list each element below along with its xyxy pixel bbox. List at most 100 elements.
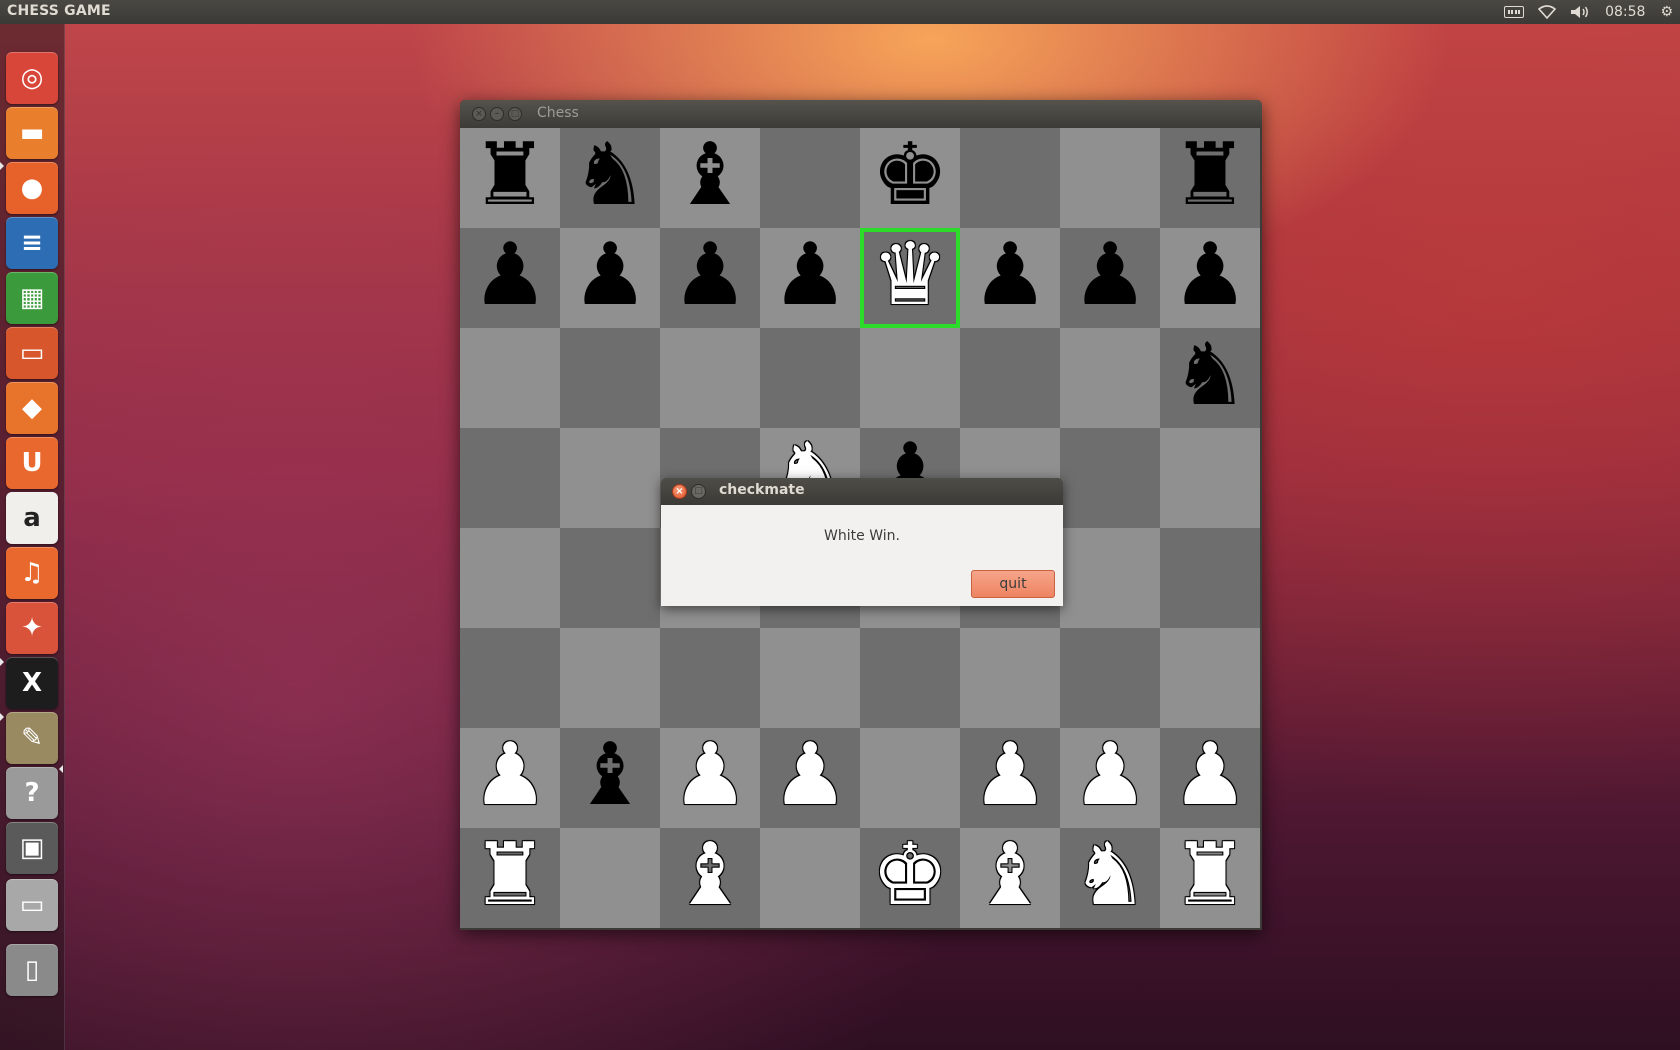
square-a1[interactable]: ♜	[460, 828, 560, 928]
gimp-icon[interactable]: ✎	[6, 712, 58, 764]
black-pawn-icon[interactable]: ♟	[771, 232, 848, 318]
black-pawn-icon[interactable]: ♟	[671, 232, 748, 318]
white-pawn-icon[interactable]: ♟	[771, 732, 848, 818]
square-a8[interactable]: ♜	[460, 128, 560, 228]
power-gear-icon[interactable]: ⚙	[1660, 0, 1673, 24]
white-queen-icon[interactable]: ♛	[871, 232, 948, 318]
square-f1[interactable]: ♝	[960, 828, 1060, 928]
square-h7[interactable]: ♟	[1160, 228, 1260, 328]
white-pawn-icon[interactable]: ♟	[971, 732, 1048, 818]
square-b7[interactable]: ♟	[560, 228, 660, 328]
square-a6[interactable]	[460, 328, 560, 428]
square-b3[interactable]	[560, 628, 660, 728]
square-d6[interactable]	[760, 328, 860, 428]
close-icon[interactable]: ×	[472, 107, 486, 121]
white-pawn-icon[interactable]: ♟	[471, 732, 548, 818]
square-a4[interactable]	[460, 528, 560, 628]
white-pawn-icon[interactable]: ♟	[1171, 732, 1248, 818]
square-a2[interactable]: ♟	[460, 728, 560, 828]
workspace-switcher-icon[interactable]: ▣	[6, 822, 58, 874]
black-knight-icon[interactable]: ♞	[1171, 332, 1248, 418]
firefox-icon[interactable]: ●	[6, 162, 58, 214]
white-pawn-icon[interactable]: ♟	[1071, 732, 1148, 818]
black-pawn-icon[interactable]: ♟	[1171, 232, 1248, 318]
square-h6[interactable]: ♞	[1160, 328, 1260, 428]
square-c8[interactable]: ♝	[660, 128, 760, 228]
libreoffice-calc-icon[interactable]: ▦	[6, 272, 58, 324]
square-e1[interactable]: ♚	[860, 828, 960, 928]
close-icon[interactable]: ×	[672, 484, 687, 499]
square-d1[interactable]	[760, 828, 860, 928]
square-b1[interactable]	[560, 828, 660, 928]
trash-icon[interactable]: ▯	[6, 944, 58, 996]
clock[interactable]: 08:58	[1605, 0, 1645, 24]
square-h3[interactable]	[1160, 628, 1260, 728]
black-pawn-icon[interactable]: ♟	[471, 232, 548, 318]
square-e8[interactable]: ♚	[860, 128, 960, 228]
square-g3[interactable]	[1060, 628, 1160, 728]
black-pawn-icon[interactable]: ♟	[971, 232, 1048, 318]
square-e2[interactable]	[860, 728, 960, 828]
black-rook-icon[interactable]: ♜	[471, 132, 548, 218]
square-g6[interactable]	[1060, 328, 1160, 428]
files-icon[interactable]: ▬	[6, 107, 58, 159]
square-c2[interactable]: ♟	[660, 728, 760, 828]
square-c3[interactable]	[660, 628, 760, 728]
black-king-icon[interactable]: ♚	[871, 132, 948, 218]
square-f8[interactable]	[960, 128, 1060, 228]
software-center-icon[interactable]: ◆	[6, 382, 58, 434]
square-g1[interactable]: ♞	[1060, 828, 1160, 928]
square-f7[interactable]: ♟	[960, 228, 1060, 328]
square-c1[interactable]: ♝	[660, 828, 760, 928]
maximize-icon[interactable]: □	[508, 107, 522, 121]
keyboard-icon[interactable]	[1504, 0, 1525, 24]
xterm-icon[interactable]: X	[6, 657, 58, 709]
square-d3[interactable]	[760, 628, 860, 728]
black-bishop-icon[interactable]: ♝	[671, 132, 748, 218]
square-c7[interactable]: ♟	[660, 228, 760, 328]
square-e7[interactable]: ♛	[860, 228, 960, 328]
square-h4[interactable]	[1160, 528, 1260, 628]
dialog-titlebar[interactable]: × □ checkmate	[661, 478, 1063, 505]
square-c6[interactable]	[660, 328, 760, 428]
square-b2[interactable]: ♝	[560, 728, 660, 828]
white-bishop-icon[interactable]: ♝	[971, 832, 1048, 918]
square-b5[interactable]	[560, 428, 660, 528]
square-a5[interactable]	[460, 428, 560, 528]
white-pawn-icon[interactable]: ♟	[671, 732, 748, 818]
black-pawn-icon[interactable]: ♟	[1071, 232, 1148, 318]
square-g4[interactable]	[1060, 528, 1160, 628]
square-a7[interactable]: ♟	[460, 228, 560, 328]
quit-button[interactable]: quit	[971, 570, 1055, 598]
black-knight-icon[interactable]: ♞	[571, 132, 648, 218]
minimize-icon[interactable]: –	[490, 107, 504, 121]
square-h1[interactable]: ♜	[1160, 828, 1260, 928]
disk-icon[interactable]: ▭	[6, 879, 58, 931]
square-b8[interactable]: ♞	[560, 128, 660, 228]
black-bishop-icon[interactable]: ♝	[571, 732, 648, 818]
square-g2[interactable]: ♟	[1060, 728, 1160, 828]
maximize-icon[interactable]: □	[691, 484, 706, 499]
wifi-icon[interactable]	[1538, 0, 1557, 24]
white-bishop-icon[interactable]: ♝	[671, 832, 748, 918]
black-pawn-icon[interactable]: ♟	[571, 232, 648, 318]
square-d8[interactable]	[760, 128, 860, 228]
volume-icon[interactable]	[1570, 0, 1590, 24]
white-king-icon[interactable]: ♚	[871, 832, 948, 918]
square-h2[interactable]: ♟	[1160, 728, 1260, 828]
square-e3[interactable]	[860, 628, 960, 728]
square-e6[interactable]	[860, 328, 960, 428]
square-d2[interactable]: ♟	[760, 728, 860, 828]
square-a3[interactable]	[460, 628, 560, 728]
square-f6[interactable]	[960, 328, 1060, 428]
square-b6[interactable]	[560, 328, 660, 428]
ubuntu-one-music-icon[interactable]: ♫	[6, 547, 58, 599]
square-f2[interactable]: ♟	[960, 728, 1060, 828]
square-h8[interactable]: ♜	[1160, 128, 1260, 228]
square-b4[interactable]	[560, 528, 660, 628]
ubuntu-one-icon[interactable]: U	[6, 437, 58, 489]
square-g8[interactable]	[1060, 128, 1160, 228]
white-rook-icon[interactable]: ♜	[471, 832, 548, 918]
square-g7[interactable]: ♟	[1060, 228, 1160, 328]
amazon-icon[interactable]: a	[6, 492, 58, 544]
